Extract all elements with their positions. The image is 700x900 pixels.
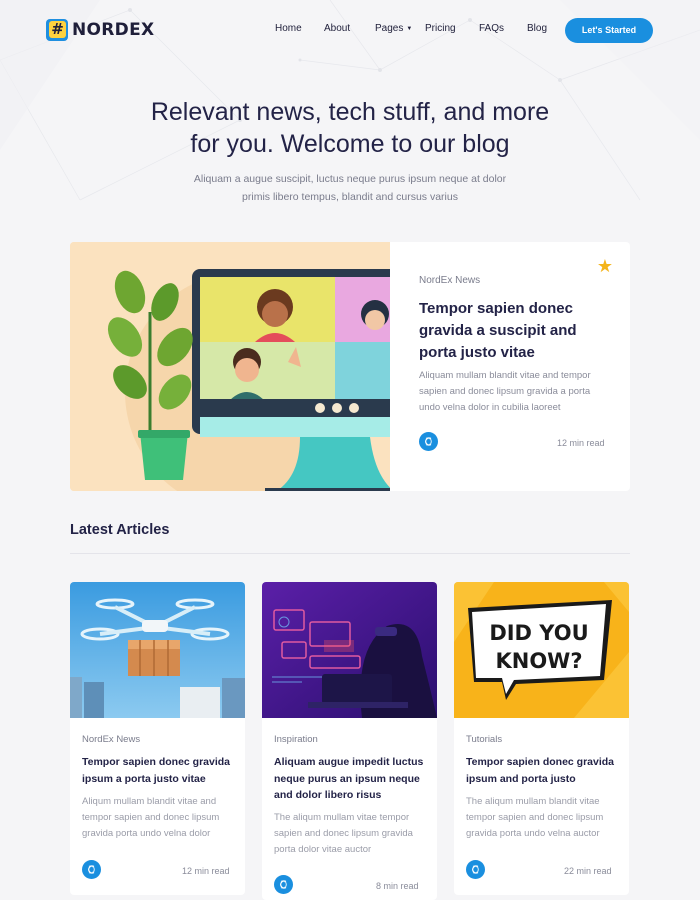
article-card[interactable]: DID YOU KNOW? Tutorials Tempor sapien do… <box>454 582 629 895</box>
author-avatar-icon[interactable] <box>419 432 438 451</box>
hero-title-line-1: Relevant news, tech stuff, and more <box>150 98 550 126</box>
hero-subtitle-line-2: primis libero tempus, blandit and cursus… <box>242 191 458 203</box>
article-title[interactable]: Tempor sapien donec gravida ipsum a port… <box>82 754 237 787</box>
nav-pricing[interactable]: Pricing <box>425 23 456 34</box>
latest-articles-heading: Latest Articles <box>70 522 170 538</box>
logo-mark-icon: # <box>46 19 68 41</box>
nav-faqs[interactable]: FAQs <box>479 23 504 34</box>
article-category[interactable]: Inspiration <box>274 734 318 745</box>
nav-about[interactable]: About <box>324 23 350 34</box>
star-icon: ★ <box>596 256 614 276</box>
chevron-down-icon: ▼ <box>406 26 413 32</box>
hero-title-line-2: for you. Welcome to our blog <box>190 130 510 158</box>
nav-pages[interactable]: Pages ▼ <box>375 23 412 34</box>
article-title[interactable]: Tempor sapien donec gravida ipsum and po… <box>466 754 621 787</box>
featured-post-excerpt: Aliquam mullam blandit vitae and tempor … <box>419 370 591 413</box>
article-excerpt: Aliqum mullam blandit vitae and tempor s… <box>82 796 220 839</box>
hero-subtitle-line-1: Aliquam a augue suscipit, luctus neque p… <box>193 173 507 185</box>
article-card[interactable]: NordEx News Tempor sapien donec gravida … <box>70 582 245 895</box>
brand-logo[interactable]: # NORDEX <box>46 19 154 41</box>
nav-pages-label: Pages <box>375 23 404 34</box>
logo-mark-glyph: # <box>49 21 66 38</box>
did-you-know-line-1: DID YOU <box>489 621 588 645</box>
nav-home[interactable]: Home <box>275 23 302 34</box>
featured-post-category[interactable]: NordEx News <box>419 275 480 286</box>
nav-blog[interactable]: Blog <box>527 23 547 34</box>
top-navigation: # NORDEX Home About Pages ▼ Pricing FAQs … <box>0 0 700 60</box>
article-read-time: 22 min read <box>564 866 612 876</box>
featured-read-time: 12 min read <box>557 438 605 448</box>
brand-name: NORDEX <box>72 20 155 40</box>
article-category[interactable]: Tutorials <box>466 734 502 745</box>
article-card[interactable]: Inspiration Aliquam augue impedit luctus… <box>262 582 437 900</box>
article-title[interactable]: Aliquam augue impedit luctus neque purus… <box>274 754 429 804</box>
featured-post-image[interactable] <box>70 242 390 491</box>
featured-post[interactable]: NordEx News Tempor sapien donec gravida … <box>70 242 630 491</box>
article-read-time: 12 min read <box>182 866 230 876</box>
author-avatar-icon[interactable] <box>82 860 101 879</box>
article-excerpt: The aliqum mullam vitae tempor sapien an… <box>274 812 413 855</box>
section-divider <box>70 553 630 554</box>
did-you-know-line-2: KNOW? <box>495 649 582 673</box>
get-started-button[interactable]: Let's Started <box>565 18 653 43</box>
article-read-time: 8 min read <box>376 881 419 891</box>
article-category[interactable]: NordEx News <box>82 734 140 745</box>
article-image-did-you-know[interactable]: DID YOU KNOW? <box>454 582 629 718</box>
featured-post-title[interactable]: Tempor sapien donec gravida a suscipit a… <box>419 298 599 364</box>
author-avatar-icon[interactable] <box>466 860 485 879</box>
article-excerpt: The aliqum mullam blandit vitae tempor s… <box>466 796 604 839</box>
article-image-hacker[interactable] <box>262 582 437 718</box>
hero-title: Relevant news, tech stuff, and more for … <box>100 96 600 160</box>
author-avatar-icon[interactable] <box>274 875 293 894</box>
hero-subtitle: Aliquam a augue suscipit, luctus neque p… <box>160 170 540 206</box>
article-image-drone[interactable] <box>70 582 245 718</box>
